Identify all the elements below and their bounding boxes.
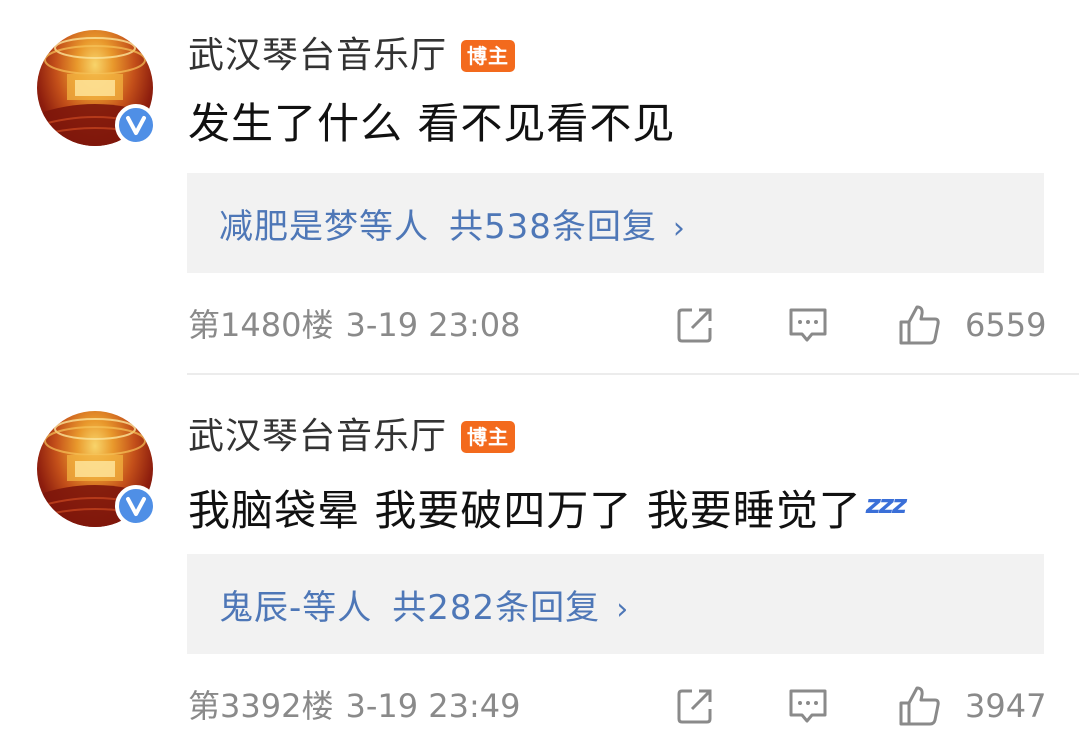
replies-users: 减肥是梦等人 [219, 206, 429, 247]
comment-meta: 第1480楼 3-19 23:08 [188, 305, 520, 345]
comment-meta: 第3392楼 3-19 23:49 [188, 686, 520, 726]
comment-icon [789, 689, 827, 723]
comment-item: 武汉琴台音乐厅 博主 我脑袋晕 我要破四万了 我要睡觉了 zzz 鬼辰-等人 共28… [0, 381, 1079, 753]
like-button[interactable] [897, 302, 943, 348]
thumbs-up-icon [899, 686, 940, 726]
verified-v-icon [115, 104, 157, 146]
replies-users: 鬼辰-等人 [219, 587, 373, 628]
comment-button[interactable] [785, 302, 831, 348]
comment-icon [789, 308, 827, 342]
avatar[interactable] [37, 30, 157, 146]
author-badge: 博主 [461, 421, 516, 453]
like-count: 3947 [965, 687, 1047, 725]
share-button[interactable] [672, 302, 718, 348]
chevron-right-icon: › [616, 591, 630, 627]
comment-item: 武汉琴台音乐厅 博主 发生了什么 看不见看不见 减肥是梦等人 共538条回复 › 第… [0, 0, 1079, 372]
user-name[interactable]: 武汉琴台音乐厅 [188, 417, 447, 457]
replies-preview[interactable]: 减肥是梦等人 共538条回复 › [187, 173, 1044, 273]
replies-preview[interactable]: 鬼辰-等人 共282条回复 › [187, 554, 1044, 654]
author-badge: 博主 [461, 40, 516, 72]
comment-time: 3-19 23:49 [345, 687, 521, 725]
comment-text: 发生了什么 看不见看不见 [188, 98, 675, 150]
comment-text-body: 我脑袋晕 我要破四万了 我要睡觉了 [188, 486, 862, 535]
like-count: 6559 [965, 306, 1047, 344]
comment-text: 我脑袋晕 我要破四万了 我要睡觉了 zzz [188, 479, 907, 537]
comment-text-body: 发生了什么 看不见看不见 [188, 99, 676, 148]
replies-count: 共538条回复 [449, 206, 657, 247]
floor-number: 第3392楼 [188, 687, 334, 725]
sleep-emoji-icon: zzz [865, 490, 907, 520]
share-icon [677, 308, 712, 343]
share-icon [677, 689, 712, 724]
replies-count: 共282条回复 [392, 587, 601, 628]
comment-time: 3-19 23:08 [345, 306, 521, 344]
thumbs-up-icon [899, 305, 940, 345]
comment-button[interactable] [785, 683, 831, 729]
comment-divider [187, 373, 1079, 375]
user-name[interactable]: 武汉琴台音乐厅 [188, 36, 447, 76]
verified-v-icon [115, 485, 157, 527]
avatar[interactable] [37, 411, 157, 527]
share-button[interactable] [672, 683, 718, 729]
floor-number: 第1480楼 [188, 306, 334, 344]
like-button[interactable] [897, 683, 943, 729]
chevron-right-icon: › [672, 210, 686, 246]
